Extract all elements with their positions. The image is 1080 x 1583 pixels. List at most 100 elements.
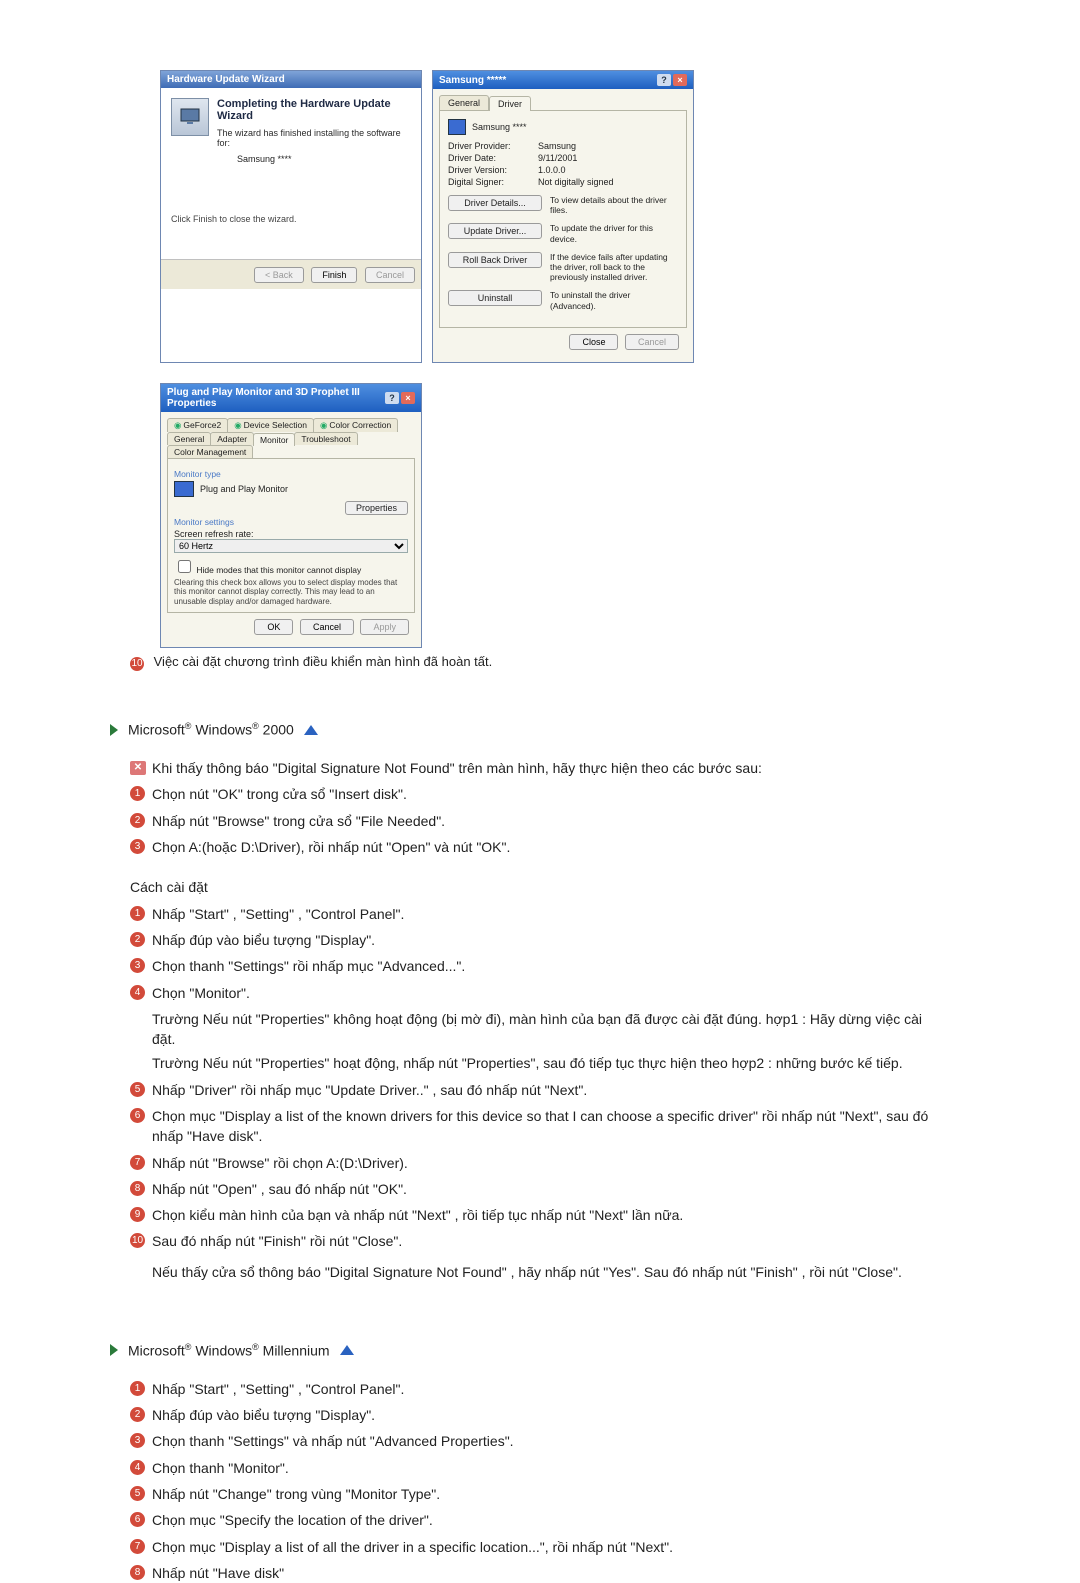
update-driver-button[interactable]: Update Driver...: [448, 223, 542, 239]
list-item: Chọn thanh "Settings" và nhấp nút "Advan…: [130, 1431, 930, 1451]
nvidia-icon: ◉: [320, 420, 327, 430]
pnp-tabs-top: ◉GeForce2 ◉Device Selection ◉Color Corre…: [167, 418, 415, 432]
pnp-title: Plug and Play Monitor and 3D Prophet III…: [167, 387, 385, 409]
win2000-steps-c: Nhấp "Driver" rồi nhấp mục "Update Drive…: [130, 1080, 930, 1252]
driver-body: General Driver Samsung **** Driver Provi…: [433, 89, 693, 362]
list-item: Chọn mục "Display a list of the known dr…: [130, 1106, 930, 1147]
tab-monitor[interactable]: Monitor: [253, 433, 295, 446]
group-monitor-type: Monitor type: [174, 469, 408, 479]
help-icon[interactable]: ?: [657, 74, 671, 86]
value-signer: Not digitally signed: [538, 177, 614, 187]
close-icon[interactable]: ×: [673, 74, 687, 86]
close-icon[interactable]: ×: [401, 392, 415, 404]
wizard-finish-button[interactable]: Finish: [311, 267, 357, 283]
tab-color-management[interactable]: Color Management: [167, 445, 253, 458]
help-icon[interactable]: ?: [385, 392, 399, 404]
tab-driver[interactable]: Driver: [489, 96, 531, 111]
list-item: Nhấp "Driver" rồi nhấp mục "Update Drive…: [130, 1080, 930, 1100]
list-item: Nhấp nút "Have disk": [130, 1563, 930, 1583]
pnp-button-bar: OK Cancel Apply: [167, 613, 415, 641]
list-item: Sau đó nhấp nút "Finish" rồi nút "Close"…: [130, 1231, 930, 1251]
win2000-steps-a: Chọn nút "OK" trong cửa sổ "Insert disk"…: [130, 784, 930, 857]
list-item: Nhấp "Start" , "Setting" , "Control Pane…: [130, 1379, 930, 1399]
label-date: Driver Date:: [448, 153, 538, 163]
caption-finished: 10 Việc cài đặt chương trình điều khiển …: [130, 654, 1080, 671]
list-item: Chọn mục "Specify the location of the dr…: [130, 1510, 930, 1530]
win2000-lead: ✕ Khi thấy thông báo "Digital Signature …: [130, 758, 930, 778]
uninstall-desc: To uninstall the driver (Advanced).: [550, 290, 678, 310]
driver-title: Samsung *****: [439, 75, 506, 86]
alert-icon: ✕: [130, 761, 146, 775]
refresh-rate-select[interactable]: 60 Hertz: [174, 539, 408, 553]
tab-color-correction[interactable]: ◉Color Correction: [313, 418, 398, 432]
label-provider: Driver Provider:: [448, 141, 538, 151]
driver-titlebar: Samsung ***** ? ×: [433, 71, 693, 89]
driver-details-desc: To view details about the driver files.: [550, 195, 678, 215]
tab-troubleshoot[interactable]: Troubleshoot: [294, 432, 357, 445]
arrow-up-icon[interactable]: [340, 1345, 354, 1355]
driver-close-button[interactable]: Close: [569, 334, 618, 350]
tab-geforce2[interactable]: ◉GeForce2: [167, 418, 228, 432]
value-provider: Samsung: [538, 141, 576, 151]
page: Hardware Update Wizard Completing the Ha…: [0, 0, 1080, 1528]
monitor-small-icon: [448, 119, 466, 135]
pnp-ok-button[interactable]: OK: [254, 619, 293, 635]
arrow-right-icon: [110, 1344, 118, 1356]
list-item: Chọn mục "Display a list of all the driv…: [130, 1537, 930, 1557]
driver-tabs: General Driver: [439, 95, 687, 110]
nvidia-icon: ◉: [234, 420, 241, 430]
tab-device-selection[interactable]: ◉Device Selection: [227, 418, 314, 432]
hide-modes-label: Hide modes that this monitor cannot disp…: [196, 565, 361, 575]
list-item: Chọn A:(hoặc D:\Driver), rồi nhấp nút "O…: [130, 837, 930, 857]
window-buttons: ? ×: [657, 74, 687, 86]
win2000-tail: Nếu thấy cửa sổ thông báo "Digital Signa…: [152, 1262, 930, 1282]
wizard-button-bar: < Back Finish Cancel: [161, 259, 421, 289]
winme-steps: Nhấp "Start" , "Setting" , "Control Pane…: [130, 1379, 930, 1583]
window-buttons: ? ×: [385, 392, 415, 404]
wizard-cancel-button: Cancel: [365, 267, 415, 283]
tab-adapter[interactable]: Adapter: [210, 432, 254, 445]
how-to-install-label: Cách cài đặt: [130, 877, 930, 897]
label-refresh-rate: Screen refresh rate:: [174, 529, 408, 539]
tab-general[interactable]: General: [439, 95, 489, 110]
wizard-subtext: The wizard has finished installing the s…: [217, 128, 411, 148]
wizard-back-button: < Back: [254, 267, 304, 283]
list-item: Chọn thanh "Settings" rồi nhấp mục "Adva…: [130, 956, 930, 976]
driver-details-button[interactable]: Driver Details...: [448, 195, 542, 211]
pnp-cancel-button[interactable]: Cancel: [300, 619, 354, 635]
arrow-right-icon: [110, 724, 118, 736]
driver-device-name: Samsung ****: [472, 122, 527, 132]
hide-modes-checkbox[interactable]: [178, 560, 191, 573]
arrow-up-icon[interactable]: [304, 725, 318, 735]
list-item: Nhấp nút "Browse" trong cửa sổ "File Nee…: [130, 811, 930, 831]
win2000-block-b: Cách cài đặt Nhấp "Start" , "Setting" , …: [130, 877, 930, 1282]
rollback-driver-desc: If the device fails after updating the d…: [550, 252, 678, 283]
wizard-device-name: Samsung ****: [237, 154, 411, 164]
list-item: Nhấp nút "Change" trong vùng "Monitor Ty…: [130, 1484, 930, 1504]
case2-text: Trường Nếu nút "Properties" hoạt động, n…: [152, 1053, 930, 1073]
list-item: Nhấp nút "Open" , sau đó nhấp nút "OK".: [130, 1179, 930, 1199]
screenshots-row: Hardware Update Wizard Completing the Ha…: [0, 70, 1080, 363]
list-item: Nhấp đúp vào biểu tượng "Display".: [130, 930, 930, 950]
group-monitor-settings: Monitor settings: [174, 517, 408, 527]
nvidia-icon: ◉: [174, 420, 181, 430]
value-date: 9/11/2001: [538, 153, 577, 163]
wizard-title: Hardware Update Wizard: [167, 74, 285, 85]
pnp-pane: Monitor type Plug and Play Monitor Prope…: [167, 458, 415, 614]
monitor-icon: [171, 98, 209, 136]
section-windows-me: Microsoft® Windows® Millennium: [110, 1342, 1080, 1359]
case1-text: Trường Nếu nút "Properties" không hoạt đ…: [152, 1009, 930, 1050]
list-item: Chọn nút "OK" trong cửa sổ "Insert disk"…: [130, 784, 930, 804]
rollback-driver-button[interactable]: Roll Back Driver: [448, 252, 542, 268]
label-version: Driver Version:: [448, 165, 538, 175]
wizard-heading: Completing the Hardware Update Wizard: [217, 98, 411, 122]
tab-general[interactable]: General: [167, 432, 211, 445]
list-item: Nhấp "Start" , "Setting" , "Control Pane…: [130, 904, 930, 924]
list-item: Nhấp nút "Browse" rồi chọn A:(D:\Driver)…: [130, 1153, 930, 1173]
driver-properties-window: Samsung ***** ? × General Driver Samsung…: [432, 70, 694, 363]
caption-text: Việc cài đặt chương trình điều khiển màn…: [154, 654, 493, 669]
uninstall-button[interactable]: Uninstall: [448, 290, 542, 306]
properties-button[interactable]: Properties: [345, 501, 408, 515]
pnp-monitor-name: Plug and Play Monitor: [200, 484, 288, 494]
value-version: 1.0.0.0: [538, 165, 566, 175]
